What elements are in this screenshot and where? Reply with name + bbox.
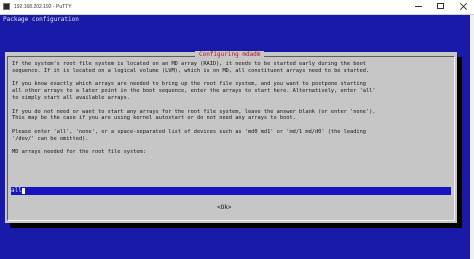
maximize-icon <box>437 3 444 9</box>
dialog-body: If the system's root file system is loca… <box>12 61 452 156</box>
input-prompt-label: MD arrays needed for the root file syste… <box>12 149 146 156</box>
terminal-screen[interactable]: Package configuration Configuring mdadm … <box>0 15 474 259</box>
dialog-title-text: Configuring mdadm <box>199 51 261 58</box>
mdadm-dialog: Configuring mdadm If the system's root f… <box>5 51 457 223</box>
text-cursor <box>21 187 25 194</box>
dialog-title: Configuring mdadm <box>195 51 265 58</box>
maximize-button[interactable] <box>430 0 452 14</box>
vertical-scrollbar[interactable] <box>470 15 474 259</box>
dialog-paragraph: Please enter 'all', 'none', or a space-s… <box>12 128 366 142</box>
putty-app-icon[interactable] <box>3 3 10 10</box>
close-icon <box>459 2 467 10</box>
dialog-paragraph: If the system's root file system is loca… <box>12 61 370 74</box>
minimize-icon <box>415 6 422 7</box>
md-arrays-input-value: all <box>11 187 22 194</box>
window-title: 192.168.202.192 - PuTTY <box>14 4 72 10</box>
dialog-paragraph: If you do not need or want to start any … <box>12 108 376 122</box>
md-arrays-input[interactable]: all <box>11 187 451 195</box>
ok-button[interactable]: <Ok> <box>217 204 231 211</box>
close-button[interactable] <box>452 0 474 14</box>
minimize-button[interactable] <box>408 0 430 14</box>
terminal-header: Package configuration <box>3 16 79 23</box>
dialog-paragraph: If you know exactly which arrays are nee… <box>12 81 376 101</box>
window-titlebar[interactable]: 192.168.202.192 - PuTTY <box>0 0 474 15</box>
